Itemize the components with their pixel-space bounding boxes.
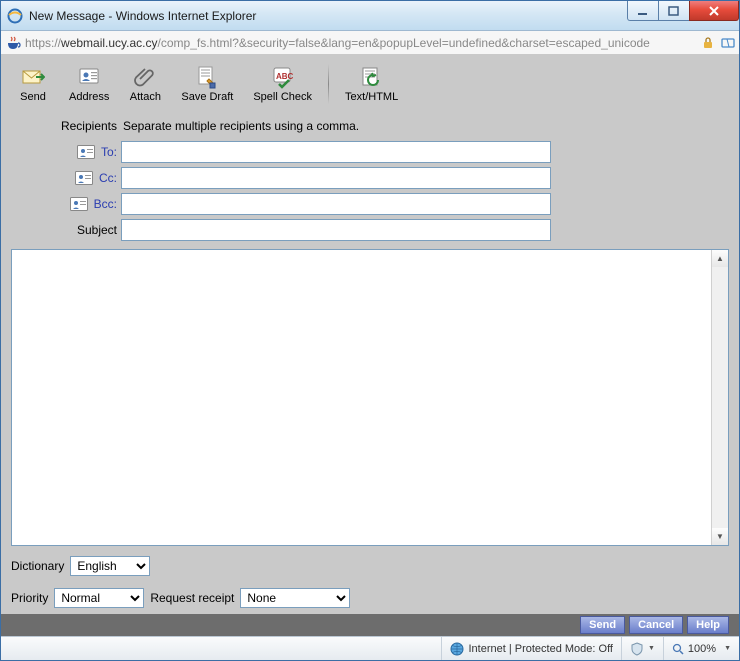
address-card-icon[interactable] (75, 171, 93, 185)
scrollbar[interactable]: ▲ ▼ (711, 250, 728, 545)
recipients-label-text: Recipients (61, 119, 117, 133)
spell-check-icon: ABC (271, 65, 295, 89)
java-coffee-icon (5, 35, 21, 51)
send-button[interactable]: Send (580, 616, 625, 634)
cc-input[interactable] (121, 167, 551, 189)
scroll-up-icon[interactable]: ▲ (712, 250, 728, 267)
subject-label: Subject (77, 223, 117, 237)
url-host: webmail.ucy.ac.cy (61, 36, 157, 50)
body-wrap: ▲ ▼ (11, 249, 729, 546)
url-path: /comp_fs.html?&security=false&lang=en&po… (158, 36, 650, 50)
minimize-button[interactable] (627, 1, 659, 21)
text-html-tool-button[interactable]: Text/HTML (337, 58, 406, 110)
body-area: ▲ ▼ (1, 243, 739, 550)
address-card-icon[interactable] (77, 145, 95, 159)
safety-menu[interactable]: ▼ (621, 637, 663, 660)
send-tool-button[interactable]: Send (9, 58, 57, 110)
receipt-select[interactable]: None (240, 588, 350, 608)
titlebar: New Message - Windows Internet Explorer (1, 1, 739, 31)
toolbar: Send Address Attach (1, 55, 739, 113)
security-zone-text: Internet | Protected Mode: Off (468, 643, 613, 655)
maximize-button[interactable] (658, 1, 690, 21)
window-title: New Message - Windows Internet Explorer (29, 9, 627, 23)
priority-strip: Priority Normal Request receipt None (1, 582, 739, 614)
cc-label[interactable]: Cc: (99, 171, 117, 185)
save-draft-tool-label: Save Draft (181, 91, 233, 103)
to-label[interactable]: To: (101, 145, 117, 159)
recipients-label: Recipients (1, 119, 121, 133)
dictionary-label: Dictionary (11, 559, 64, 573)
lock-icon (701, 36, 715, 50)
send-icon (21, 65, 45, 89)
priority-select[interactable]: Normal (54, 588, 144, 608)
window-controls (627, 1, 739, 30)
save-draft-tool-button[interactable]: Save Draft (173, 58, 241, 110)
address-bar: https://webmail.ucy.ac.cy/comp_fs.html?&… (1, 31, 739, 55)
compat-view-icon[interactable] (721, 36, 735, 50)
body-textarea[interactable] (12, 250, 711, 545)
address-card-icon[interactable] (70, 197, 88, 211)
zoom-icon (672, 643, 684, 655)
bcc-label[interactable]: Bcc: (94, 197, 117, 211)
action-bar: Send Cancel Help (1, 614, 739, 636)
url-field[interactable]: https://webmail.ucy.ac.cy/comp_fs.html?&… (25, 36, 695, 50)
address-book-icon (77, 65, 101, 89)
close-button[interactable] (689, 1, 739, 21)
send-tool-label: Send (20, 91, 46, 103)
receipt-label: Request receipt (150, 591, 234, 605)
status-bar: Internet | Protected Mode: Off ▼ 100% ▼ (1, 636, 739, 660)
minimize-icon (637, 6, 649, 16)
text-html-tool-label: Text/HTML (345, 91, 398, 103)
cancel-button[interactable]: Cancel (629, 616, 683, 634)
window-frame: New Message - Windows Internet Explorer … (0, 0, 740, 661)
cc-row: Cc: (1, 165, 739, 191)
toolbar-separator (328, 64, 329, 104)
subject-row: Subject (1, 217, 739, 243)
url-prefix: https:// (25, 36, 61, 50)
save-draft-icon (195, 65, 219, 89)
to-input[interactable] (121, 141, 551, 163)
security-zone[interactable]: Internet | Protected Mode: Off (441, 637, 621, 660)
chevron-down-icon: ▼ (724, 645, 731, 652)
dictionary-select[interactable]: English (70, 556, 150, 576)
recipients-hint: Separate multiple recipients using a com… (121, 119, 359, 133)
fields-area: Recipients Separate multiple recipients … (1, 113, 739, 243)
address-tool-label: Address (69, 91, 109, 103)
attach-tool-label: Attach (130, 91, 161, 103)
svg-text:ABC: ABC (276, 72, 294, 81)
recipients-row: Recipients Separate multiple recipients … (1, 113, 739, 139)
text-html-icon (360, 65, 384, 89)
subject-input[interactable] (121, 219, 551, 241)
content-frame: Send Address Attach (1, 55, 739, 636)
globe-icon (450, 642, 464, 656)
zoom-control[interactable]: 100% ▼ (663, 637, 739, 660)
paperclip-icon (133, 65, 157, 89)
zoom-value: 100% (688, 643, 716, 655)
bcc-input[interactable] (121, 193, 551, 215)
ie-favicon-icon (7, 8, 23, 24)
address-tool-button[interactable]: Address (61, 58, 117, 110)
dictionary-strip: Dictionary English (1, 550, 739, 582)
spell-check-tool-button[interactable]: ABC Spell Check (245, 58, 320, 110)
attach-tool-button[interactable]: Attach (121, 58, 169, 110)
scroll-down-icon[interactable]: ▼ (712, 528, 728, 545)
priority-label: Priority (11, 591, 48, 605)
maximize-icon (668, 6, 680, 16)
close-icon (708, 6, 720, 16)
help-button[interactable]: Help (687, 616, 729, 634)
chevron-down-icon: ▼ (648, 645, 655, 652)
to-row: To: (1, 139, 739, 165)
spell-check-tool-label: Spell Check (253, 91, 312, 103)
bcc-row: Bcc: (1, 191, 739, 217)
shield-dropdown-icon (630, 642, 644, 656)
